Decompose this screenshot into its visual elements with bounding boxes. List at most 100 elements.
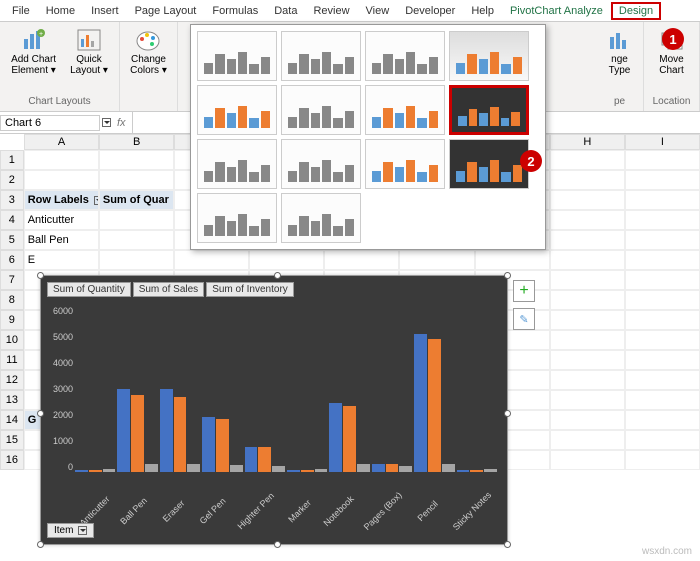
add-chart-element-button[interactable]: + Add Chart Element ▾ bbox=[7, 26, 60, 78]
bar-group[interactable] bbox=[245, 306, 285, 472]
style-thumb-12[interactable] bbox=[449, 139, 529, 189]
cell[interactable]: Row Labels bbox=[24, 190, 99, 210]
style-thumb-10[interactable] bbox=[281, 139, 361, 189]
bar[interactable] bbox=[329, 403, 342, 472]
row-header[interactable]: 5 bbox=[0, 230, 24, 250]
bar[interactable] bbox=[75, 470, 88, 472]
cell[interactable] bbox=[625, 450, 700, 470]
cell[interactable] bbox=[625, 410, 700, 430]
menu-insert[interactable]: Insert bbox=[83, 3, 127, 19]
menu-design[interactable]: Design bbox=[611, 2, 661, 20]
cell[interactable] bbox=[625, 150, 700, 170]
col-header[interactable]: B bbox=[99, 134, 174, 150]
pivot-chart[interactable]: Sum of QuantitySum of SalesSum of Invent… bbox=[40, 275, 508, 545]
style-thumb-14[interactable] bbox=[281, 193, 361, 243]
cell[interactable] bbox=[550, 210, 625, 230]
cell[interactable] bbox=[99, 250, 174, 270]
cell[interactable] bbox=[625, 350, 700, 370]
cell[interactable] bbox=[625, 330, 700, 350]
bar[interactable] bbox=[131, 395, 144, 472]
cell[interactable] bbox=[550, 170, 625, 190]
bar[interactable] bbox=[145, 464, 158, 472]
menu-home[interactable]: Home bbox=[38, 3, 83, 19]
bar[interactable] bbox=[287, 470, 300, 472]
col-header[interactable]: I bbox=[625, 134, 700, 150]
row-header[interactable]: 10 bbox=[0, 330, 24, 350]
style-thumb-4[interactable] bbox=[449, 31, 529, 81]
bar[interactable] bbox=[245, 447, 258, 472]
bar-group[interactable] bbox=[117, 306, 157, 472]
cell[interactable] bbox=[625, 430, 700, 450]
bar[interactable] bbox=[414, 334, 427, 472]
bar[interactable] bbox=[216, 419, 229, 472]
col-header[interactable]: A bbox=[24, 134, 99, 150]
resize-handle[interactable] bbox=[274, 272, 281, 279]
bar[interactable] bbox=[470, 470, 483, 472]
row-header[interactable]: 16 bbox=[0, 450, 24, 470]
resize-handle[interactable] bbox=[37, 541, 44, 548]
cell[interactable] bbox=[550, 410, 625, 430]
resize-handle[interactable] bbox=[37, 410, 44, 417]
bar-group[interactable] bbox=[75, 306, 115, 472]
cell[interactable] bbox=[625, 290, 700, 310]
bar[interactable] bbox=[258, 447, 271, 472]
menu-file[interactable]: File bbox=[4, 3, 38, 19]
cell[interactable] bbox=[99, 170, 174, 190]
bar[interactable] bbox=[428, 339, 441, 472]
col-header[interactable]: H bbox=[550, 134, 625, 150]
resize-handle[interactable] bbox=[37, 272, 44, 279]
cell[interactable]: Anticutter bbox=[24, 210, 99, 230]
row-header[interactable]: 12 bbox=[0, 370, 24, 390]
bar[interactable] bbox=[187, 464, 200, 472]
style-thumb-11[interactable] bbox=[365, 139, 445, 189]
bar-group[interactable] bbox=[329, 306, 369, 472]
style-thumb-2[interactable] bbox=[281, 31, 361, 81]
cell[interactable] bbox=[550, 370, 625, 390]
row-header[interactable]: 14 bbox=[0, 410, 24, 430]
bar[interactable] bbox=[343, 406, 356, 472]
bar[interactable] bbox=[202, 417, 215, 472]
cell[interactable] bbox=[24, 150, 99, 170]
menu-help[interactable]: Help bbox=[463, 3, 502, 19]
row-header[interactable]: 8 bbox=[0, 290, 24, 310]
style-thumb-6[interactable] bbox=[281, 85, 361, 135]
style-thumb-1[interactable] bbox=[197, 31, 277, 81]
cell[interactable] bbox=[625, 370, 700, 390]
bar[interactable] bbox=[315, 469, 328, 472]
menu-pagelayout[interactable]: Page Layout bbox=[127, 3, 205, 19]
bar[interactable] bbox=[372, 464, 385, 472]
bar[interactable] bbox=[160, 389, 173, 472]
bar[interactable] bbox=[89, 470, 102, 472]
chart-styles-button[interactable]: ✎ bbox=[513, 308, 535, 330]
cell[interactable] bbox=[550, 430, 625, 450]
change-chart-type-button[interactable]: nge Type bbox=[602, 26, 638, 78]
cell[interactable] bbox=[625, 210, 700, 230]
row-header[interactable]: 3 bbox=[0, 190, 24, 210]
menu-pivotchart-analyze[interactable]: PivotChart Analyze bbox=[502, 3, 611, 19]
style-thumb-7[interactable] bbox=[365, 85, 445, 135]
bar[interactable] bbox=[117, 389, 130, 472]
menu-view[interactable]: View bbox=[358, 3, 398, 19]
bar[interactable] bbox=[457, 470, 470, 472]
style-thumb-13[interactable] bbox=[197, 193, 277, 243]
bar-group[interactable] bbox=[372, 306, 412, 472]
legend-button[interactable]: Sum of Sales bbox=[133, 282, 204, 297]
cell[interactable] bbox=[625, 390, 700, 410]
bar-group[interactable] bbox=[414, 306, 454, 472]
fx-label[interactable]: fx bbox=[111, 117, 132, 129]
bar[interactable] bbox=[484, 469, 497, 472]
cell[interactable] bbox=[475, 250, 550, 270]
cell[interactable] bbox=[99, 150, 174, 170]
bar[interactable] bbox=[442, 464, 455, 472]
row-header[interactable]: 7 bbox=[0, 270, 24, 290]
cell[interactable] bbox=[550, 330, 625, 350]
menu-data[interactable]: Data bbox=[266, 3, 305, 19]
cell[interactable] bbox=[550, 350, 625, 370]
resize-handle[interactable] bbox=[504, 541, 511, 548]
bar[interactable] bbox=[386, 464, 399, 472]
row-header[interactable]: 15 bbox=[0, 430, 24, 450]
row-header[interactable]: 2 bbox=[0, 170, 24, 190]
cell[interactable] bbox=[550, 150, 625, 170]
cell[interactable] bbox=[550, 390, 625, 410]
item-filter-button[interactable]: Item bbox=[47, 523, 94, 538]
